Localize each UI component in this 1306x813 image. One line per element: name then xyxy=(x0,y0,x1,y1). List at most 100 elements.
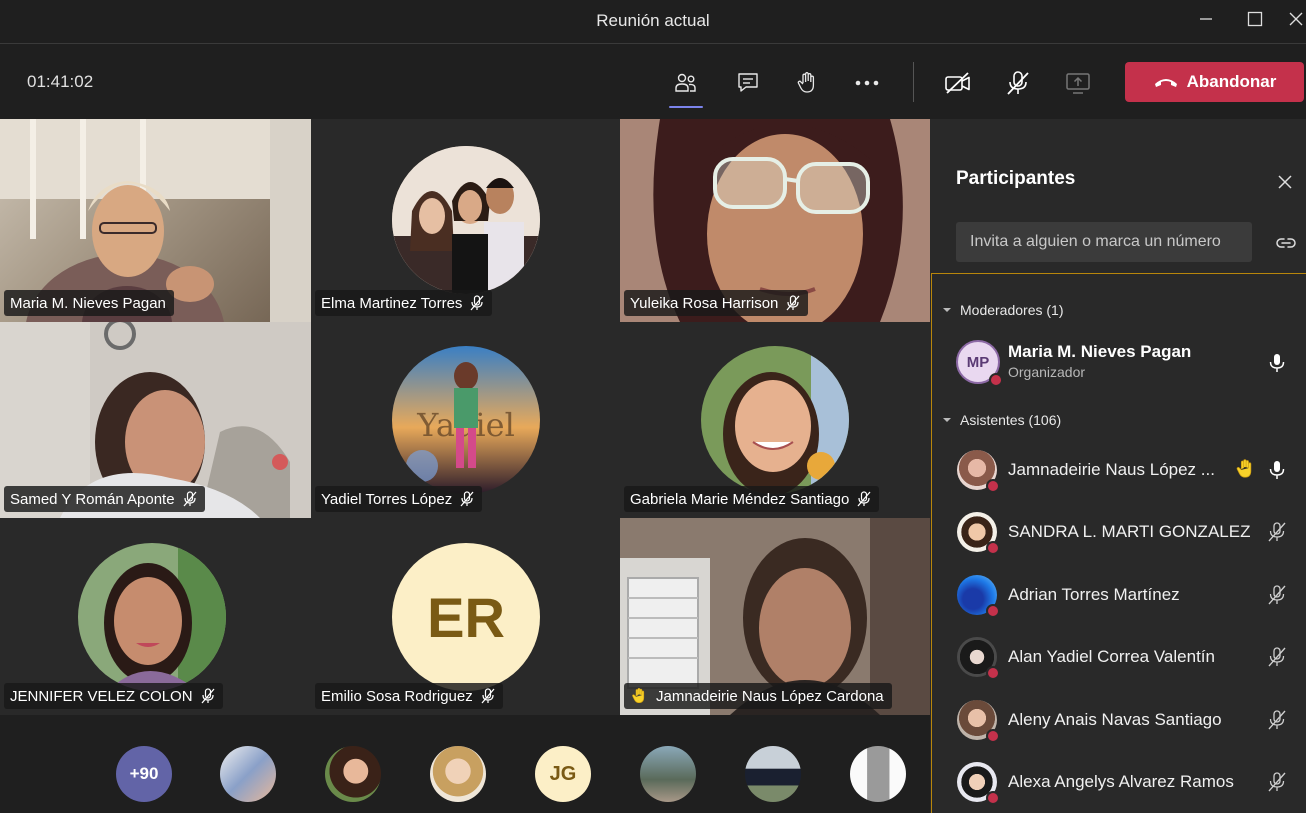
maximize-button[interactable] xyxy=(1237,6,1273,32)
participant-nametag: Elma Martinez Torres xyxy=(315,290,493,316)
participant-nametag: Yadiel Torres López xyxy=(315,486,483,512)
avatar xyxy=(957,575,1000,618)
video-tile[interactable]: Gabriela Marie Méndez Santiago xyxy=(620,322,930,518)
avatar-initials: ER xyxy=(427,585,505,649)
mic-muted-icon xyxy=(1268,647,1286,667)
mic-muted-icon xyxy=(786,295,800,311)
participant-nametag: Gabriela Marie Méndez Santiago xyxy=(624,486,880,512)
participant-row[interactable]: Aleny Anais Navas Santiago xyxy=(932,691,1306,749)
avatar-initials: MP xyxy=(966,353,990,371)
chevron-down-icon xyxy=(943,308,951,312)
participant-name: Elma Martinez Torres xyxy=(321,294,463,312)
hang-up-icon xyxy=(1154,79,1177,87)
participants-button[interactable] xyxy=(666,63,706,108)
participant-avatar xyxy=(701,346,849,494)
participant-name: Maria M. Nieves Pagan xyxy=(10,294,166,312)
mic-off-icon xyxy=(1007,71,1029,95)
invite-input[interactable] xyxy=(956,222,1252,262)
video-tile[interactable]: ER Emilio Sosa Rodriguez xyxy=(311,518,620,715)
participant-row[interactable]: Adrian Torres Martínez xyxy=(932,566,1306,624)
avatar xyxy=(957,762,1000,805)
participant-row-organizer[interactable]: MP Maria M. Nieves Pagan Organizador xyxy=(932,332,1306,390)
participant-avatar[interactable] xyxy=(850,746,906,802)
mic-on-icon xyxy=(1269,461,1285,479)
participant-nametag: Jamnadeirie Naus López Cardona xyxy=(624,683,892,709)
toolbar-divider xyxy=(913,62,914,102)
participant-nametag: Emilio Sosa Rodriguez xyxy=(315,683,503,709)
video-tile[interactable]: Yuleika Rosa Harrison xyxy=(620,119,930,322)
more-participants-button[interactable]: +90 xyxy=(116,746,172,802)
share-link-icon[interactable] xyxy=(1274,231,1298,255)
moderators-section-toggle[interactable]: Moderadores (1) xyxy=(942,300,1064,320)
participant-avatar[interactable] xyxy=(220,746,276,802)
meeting-toolbar: 01:41:02 Abandonar xyxy=(0,45,1306,119)
participant-name: Maria M. Nieves Pagan xyxy=(1008,342,1192,361)
participant-name: Jamnadeirie Naus López ... xyxy=(1008,460,1215,479)
participant-avatar[interactable] xyxy=(745,746,801,802)
attendees-section-toggle[interactable]: Asistentes (106) xyxy=(942,410,1061,430)
more-options-button[interactable] xyxy=(847,63,887,103)
participant-name: SANDRA L. MARTI GONZALEZ xyxy=(1008,522,1251,541)
participant-avatar[interactable] xyxy=(640,746,696,802)
busy-status-icon xyxy=(986,729,1000,743)
busy-status-icon xyxy=(986,604,1000,618)
participant-name: Alan Yadiel Correa Valentín xyxy=(1008,647,1215,666)
participant-name: Samed Y Román Aponte xyxy=(10,490,175,508)
leave-label: Abandonar xyxy=(1186,72,1277,91)
chevron-down-icon xyxy=(943,418,951,422)
chat-icon xyxy=(738,73,758,92)
participant-name: Aleny Anais Navas Santiago xyxy=(1008,710,1222,729)
mic-toggle-button[interactable] xyxy=(998,63,1038,103)
camera-toggle-button[interactable] xyxy=(938,63,978,103)
participant-name: JENNIFER VELEZ COLON xyxy=(10,687,193,705)
avatar: MP xyxy=(956,340,1003,387)
participant-name: Jamnadeirie Naus López Cardona xyxy=(656,687,884,705)
participant-name: Emilio Sosa Rodriguez xyxy=(321,687,473,705)
participant-name: Yadiel Torres López xyxy=(321,490,453,508)
raise-hand-icon xyxy=(797,72,815,93)
window-title: Reunión actual xyxy=(596,11,710,30)
chat-button[interactable] xyxy=(728,63,768,103)
close-window-button[interactable] xyxy=(1286,6,1306,32)
video-tile[interactable]: JENNIFER VELEZ COLON xyxy=(0,518,311,715)
profile-picture xyxy=(701,346,849,494)
leave-meeting-button[interactable]: Abandonar xyxy=(1125,62,1304,102)
video-tile[interactable]: Samed Y Román Aponte xyxy=(0,322,311,518)
avatar-initials: JG xyxy=(549,762,577,785)
participant-avatar[interactable] xyxy=(325,746,381,802)
mic-muted-icon xyxy=(1268,772,1286,792)
avatar xyxy=(957,700,1000,743)
participant-row[interactable]: Jamnadeirie Naus López ... xyxy=(932,441,1306,499)
participants-panel: Participantes Moderadores (1) MP Maria M… xyxy=(930,119,1306,813)
video-tile[interactable]: Elma Martinez Torres xyxy=(311,119,620,322)
participant-row[interactable]: Alexa Angelys Alvarez Ramos xyxy=(932,753,1306,811)
raise-hand-button[interactable] xyxy=(787,63,827,103)
mic-muted-icon xyxy=(857,491,871,507)
video-tile[interactable]: Jamnadeirie Naus López Cardona xyxy=(620,518,930,715)
participant-nametag: Samed Y Román Aponte xyxy=(4,486,205,512)
mic-muted-icon xyxy=(470,295,484,311)
mic-muted-icon xyxy=(481,688,495,704)
minimize-button[interactable] xyxy=(1188,6,1224,32)
video-tile[interactable]: Yadiel Yadiel Torres López xyxy=(311,322,620,518)
section-header: Moderadores (1) xyxy=(960,302,1064,318)
busy-status-icon xyxy=(986,541,1000,555)
share-screen-icon xyxy=(1066,73,1090,94)
video-tile[interactable]: Maria M. Nieves Pagan xyxy=(0,119,311,322)
share-screen-button[interactable] xyxy=(1058,63,1098,103)
close-icon xyxy=(1289,12,1303,26)
minimize-icon xyxy=(1200,18,1212,20)
participant-row[interactable]: SANDRA L. MARTI GONZALEZ xyxy=(932,503,1306,561)
close-panel-icon[interactable] xyxy=(1274,171,1296,193)
participant-nametag: JENNIFER VELEZ COLON xyxy=(4,683,223,709)
video-grid: Maria M. Nieves Pagan Elma Martinez Torr… xyxy=(0,119,930,715)
participant-name: Yuleika Rosa Harrison xyxy=(630,294,779,312)
participant-avatar[interactable]: JG xyxy=(535,746,591,802)
profile-picture xyxy=(78,543,226,691)
overflow-count: +90 xyxy=(129,764,159,783)
busy-status-icon xyxy=(986,479,1000,493)
participant-row[interactable]: Alan Yadiel Correa Valentín xyxy=(932,628,1306,686)
participant-avatar[interactable] xyxy=(430,746,486,802)
participant-avatar xyxy=(78,543,226,691)
overflow-participants-strip: +90 JG xyxy=(0,715,930,813)
